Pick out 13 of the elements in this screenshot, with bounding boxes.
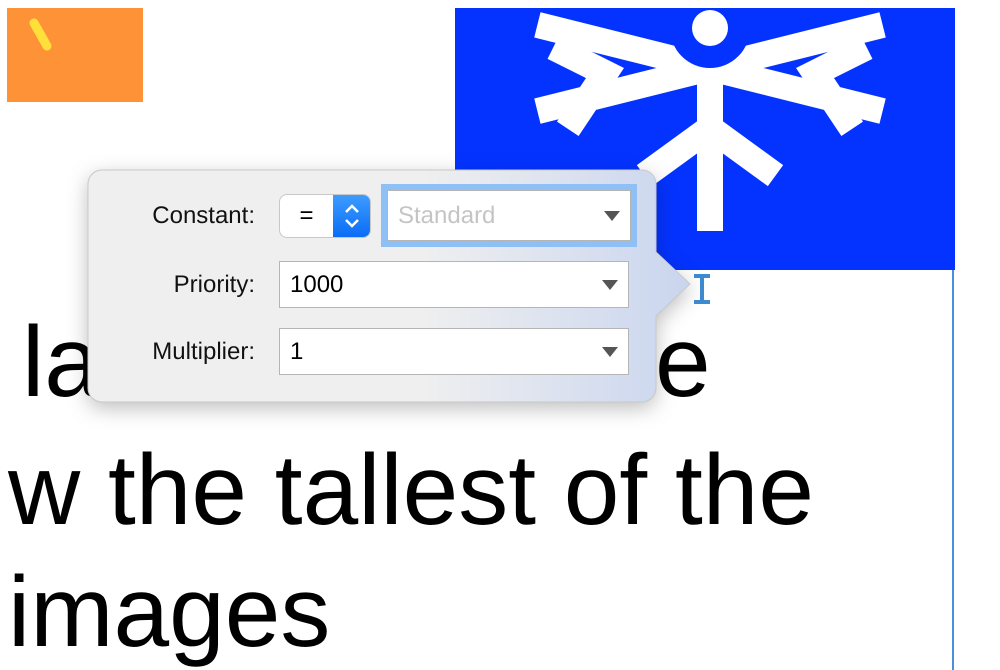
- dropdown-arrow-icon: [602, 346, 618, 356]
- stepper-icon: [344, 202, 360, 228]
- relation-popup[interactable]: =: [279, 194, 371, 238]
- label-text: w the tallest of the: [8, 433, 814, 548]
- field-label: Priority:: [172, 270, 255, 298]
- dropdown-arrow-icon: [604, 210, 620, 220]
- dropdown-arrow-icon: [602, 280, 618, 290]
- combo-box[interactable]: 1000: [279, 261, 629, 308]
- field-label: Constant:: [151, 202, 255, 230]
- label-text: images: [8, 555, 330, 670]
- field-label: Multiplier:: [151, 338, 255, 366]
- combo-box[interactable]: 1: [279, 328, 629, 375]
- label-text: e: [655, 305, 711, 420]
